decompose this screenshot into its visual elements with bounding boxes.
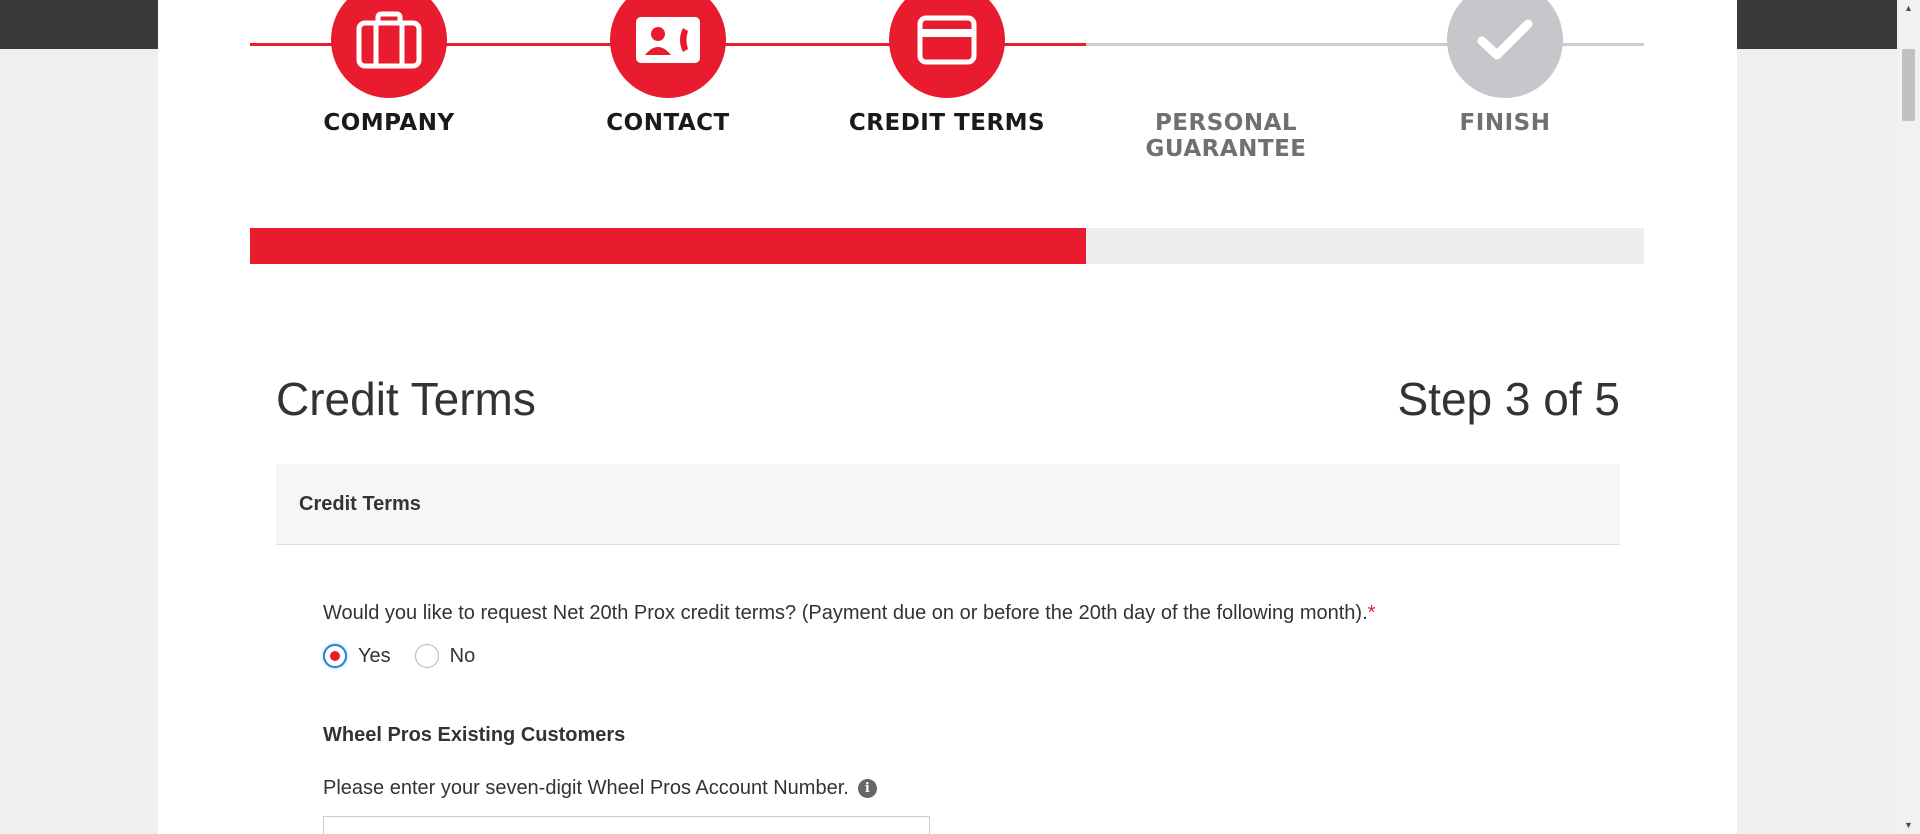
- account-number-label: Please enter your seven-digit Wheel Pros…: [323, 777, 877, 800]
- panel-title: Credit Terms: [299, 493, 421, 515]
- required-marker: *: [1367, 602, 1376, 624]
- existing-customers-heading: Wheel Pros Existing Customers: [323, 724, 626, 746]
- radio-no[interactable]: No: [414, 644, 476, 668]
- info-icon[interactable]: i: [857, 779, 877, 798]
- progress-bar: [250, 228, 1644, 264]
- progress-bar-fill: [250, 228, 1087, 264]
- scroll-up-icon[interactable]: ▲: [1897, 0, 1920, 17]
- step-finish[interactable]: FINISH: [1355, 0, 1655, 136]
- radio-yes[interactable]: Yes: [323, 644, 391, 668]
- radio-yes-control[interactable]: [323, 644, 347, 668]
- scroll-down-icon[interactable]: ▼: [1897, 817, 1920, 834]
- briefcase-icon: [356, 11, 422, 69]
- heading-row: Credit Terms Step 3 of 5: [276, 372, 1620, 426]
- step-label: CONTACT: [606, 110, 730, 136]
- step-credit-terms-circle: [889, 0, 1005, 98]
- scrollbar-thumb[interactable]: [1902, 49, 1915, 121]
- step-contact-circle: [610, 0, 726, 98]
- credit-terms-radio-group: Yes No: [323, 644, 499, 668]
- contact-card-icon: [636, 17, 700, 63]
- step-personal-guarantee[interactable]: PERSONAL GUARANTEE: [1076, 0, 1376, 162]
- step-label: COMPANY: [323, 110, 455, 136]
- progress-stepper: COMPANY CONTACT CREDIT TERMS PERSONAL GU…: [250, 0, 1644, 162]
- checkmark-icon: [1477, 19, 1533, 60]
- page-title: Credit Terms: [276, 373, 536, 425]
- account-number-label-text: Please enter your seven-digit Wheel Pros…: [323, 777, 849, 799]
- step-credit-terms[interactable]: CREDIT TERMS: [797, 0, 1097, 136]
- question-text: Would you like to request Net 20th Prox …: [323, 602, 1368, 624]
- radio-yes-label: Yes: [358, 644, 391, 667]
- credit-card-icon: [917, 15, 977, 65]
- step-label: CREDIT TERMS: [848, 110, 1046, 136]
- step-counter: Step 3 of 5: [1397, 373, 1621, 425]
- step-company[interactable]: COMPANY: [239, 0, 539, 136]
- step-label: FINISH: [1459, 110, 1551, 136]
- panel-header: Credit Terms: [276, 464, 1620, 545]
- radio-no-control[interactable]: [414, 644, 439, 668]
- step-company-circle: [331, 0, 447, 98]
- step-finish-circle: [1447, 0, 1563, 98]
- page-scrollbar[interactable]: ▲ ▼: [1897, 0, 1920, 834]
- radio-no-label: No: [449, 644, 476, 667]
- credit-terms-question: Would you like to request Net 20th Prox …: [323, 602, 1375, 625]
- step-contact[interactable]: CONTACT: [518, 0, 818, 136]
- account-number-input[interactable]: [323, 816, 930, 834]
- step-label: PERSONAL GUARANTEE: [1145, 110, 1307, 162]
